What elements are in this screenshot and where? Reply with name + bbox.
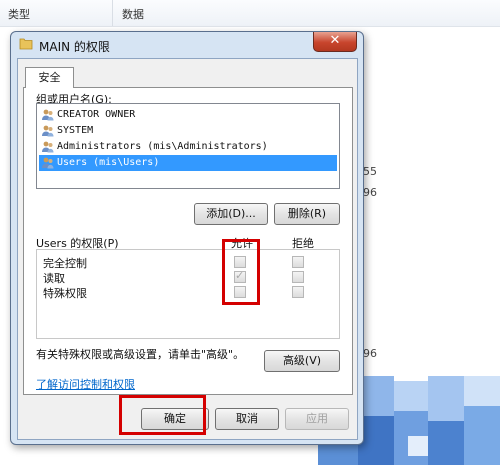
folder-icon (19, 38, 33, 50)
list-item[interactable]: CREATOR OWNER (39, 107, 337, 123)
user-name: Administrators (mis\Administrators) (57, 141, 268, 152)
permission-name: 读取 (43, 272, 65, 285)
user-name: CREATOR OWNER (57, 109, 136, 120)
deny-read-checkbox[interactable] (292, 271, 304, 283)
permission-name: 特殊权限 (43, 287, 87, 300)
list-item[interactable]: Users (mis\Users) (39, 155, 337, 171)
allow-column-highlight (222, 239, 260, 305)
learn-access-control-link[interactable]: 了解访问控制和权限 (36, 376, 135, 392)
list-item[interactable]: Administrators (mis\Administrators) (39, 139, 337, 155)
background-list-header: 类型 数据 (0, 0, 500, 27)
column-data[interactable]: 数据 (122, 6, 144, 22)
close-button[interactable]: ✕ (313, 32, 357, 52)
dialog-titlebar[interactable]: MAIN 的权限 ✕ (11, 32, 363, 58)
ok-button-highlight (119, 395, 206, 435)
permission-name: 完全控制 (43, 257, 87, 270)
deny-full-control-checkbox[interactable] (292, 256, 304, 268)
user-group-icon (42, 109, 54, 121)
advanced-button[interactable]: 高级(V) (264, 350, 340, 372)
column-separator[interactable] (112, 0, 113, 26)
cancel-button[interactable]: 取消 (215, 408, 279, 430)
advanced-hint: 有关特殊权限或高级设置，请单击"高级"。 (36, 348, 245, 361)
user-group-icon (42, 141, 54, 153)
user-name: SYSTEM (57, 125, 94, 136)
user-group-icon (42, 125, 54, 137)
permissions-list: 完全控制 读取 特殊权限 ✓ (36, 249, 340, 339)
dialog-title: MAIN 的权限 (39, 40, 110, 54)
list-item[interactable]: SYSTEM (39, 123, 337, 139)
permissions-dialog: MAIN 的权限 ✕ 安全 组或用户名(G): CREATOR OWNER SY… (10, 31, 364, 445)
user-group-icon (42, 157, 54, 169)
dialog-client: 安全 组或用户名(G): CREATOR OWNER SYSTEM Admini… (17, 58, 358, 440)
tab-security[interactable]: 安全 (25, 67, 74, 88)
remove-button[interactable]: 删除(R) (274, 203, 340, 225)
background-value: 55 (363, 165, 377, 178)
apply-button[interactable]: 应用 (285, 408, 349, 430)
users-listbox[interactable]: CREATOR OWNER SYSTEM Administrators (mis… (36, 103, 340, 189)
deny-special-checkbox[interactable] (292, 286, 304, 298)
user-name: Users (mis\Users) (57, 157, 160, 168)
add-button[interactable]: 添加(D)... (194, 203, 268, 225)
background-value: 96 (363, 186, 377, 199)
column-type[interactable]: 类型 (8, 6, 30, 22)
background-value: 96 (363, 347, 377, 360)
